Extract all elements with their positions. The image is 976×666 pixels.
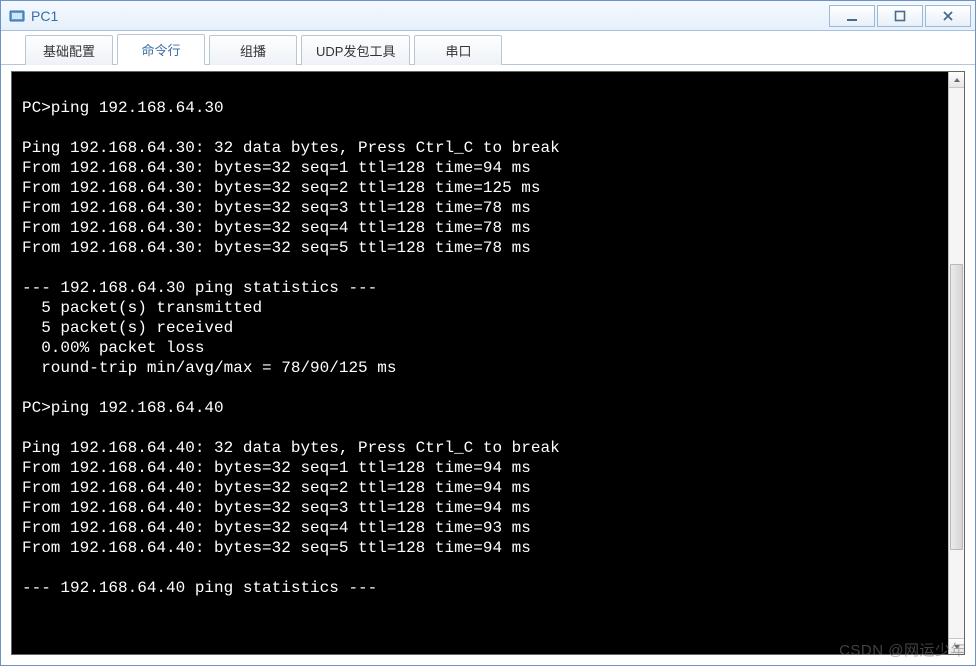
window-title: PC1 <box>31 8 827 24</box>
chevron-up-icon <box>953 76 961 84</box>
scroll-up-button[interactable] <box>949 72 964 88</box>
tab-3[interactable]: UDP发包工具 <box>301 35 410 65</box>
scroll-track[interactable] <box>949 88 964 638</box>
tab-1[interactable]: 命令行 <box>117 34 205 65</box>
maximize-button[interactable] <box>877 5 923 27</box>
terminal-scrollbar[interactable] <box>948 72 964 654</box>
close-button[interactable] <box>925 5 971 27</box>
app-icon <box>9 8 25 24</box>
tab-label: 组播 <box>240 44 266 59</box>
terminal-panel: PC>ping 192.168.64.30 Ping 192.168.64.30… <box>1 65 975 665</box>
minimize-button[interactable] <box>829 5 875 27</box>
titlebar[interactable]: PC1 <box>1 1 975 31</box>
tab-2[interactable]: 组播 <box>209 35 297 65</box>
minimize-icon <box>846 10 858 22</box>
close-icon <box>942 10 954 22</box>
tab-label: 基础配置 <box>43 44 95 59</box>
terminal[interactable]: PC>ping 192.168.64.30 Ping 192.168.64.30… <box>11 71 965 655</box>
app-window: PC1 基础配置 命令行 组播 UDP发包工具 串口 PC>ping 192.168.6… <box>0 0 976 666</box>
tab-label: UDP发包工具 <box>316 44 395 59</box>
tab-label: 命令行 <box>141 43 180 58</box>
tab-0[interactable]: 基础配置 <box>25 35 113 65</box>
terminal-output: PC>ping 192.168.64.30 Ping 192.168.64.30… <box>12 72 948 654</box>
tab-label: 串口 <box>445 44 471 59</box>
tab-bar: 基础配置 命令行 组播 UDP发包工具 串口 <box>1 31 975 65</box>
scroll-down-button[interactable] <box>949 638 964 654</box>
scroll-thumb[interactable] <box>950 264 963 550</box>
maximize-icon <box>894 10 906 22</box>
tab-4[interactable]: 串口 <box>414 35 502 65</box>
chevron-down-icon <box>953 643 961 651</box>
